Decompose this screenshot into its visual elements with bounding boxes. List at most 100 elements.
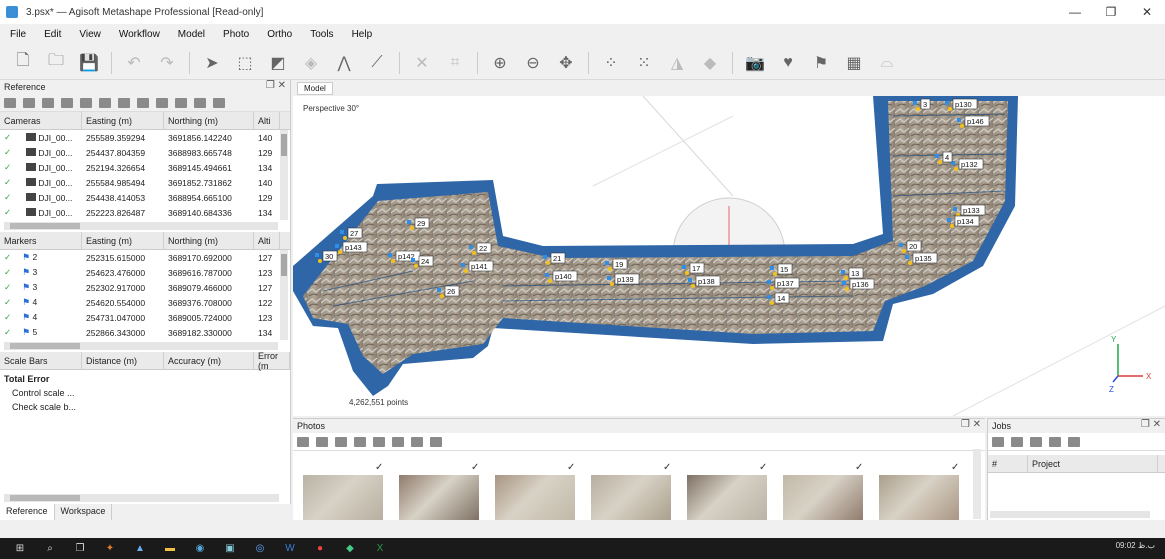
cameras-hscroll[interactable] [4, 222, 278, 230]
photo-thumbnail[interactable] [399, 475, 479, 521]
show-region-icon[interactable]: ⌓ [876, 52, 898, 74]
camera-row[interactable]: ✓ DJI_00... 255589.359294 3691856.142240 14… [0, 130, 290, 145]
col-marker-easting[interactable]: Easting (m) [82, 231, 164, 250]
new-document-icon[interactable]: 🗋 [12, 52, 34, 74]
camera-row[interactable]: ✓ DJI_00... 254438.414053 3688954.665100 12… [0, 190, 290, 205]
app-icon-2[interactable]: ▲ [130, 542, 150, 556]
marker-row[interactable]: ✓ ⚑ 4 254731.047000 3689005.724000 123 [0, 310, 290, 325]
mesh-model-icon[interactable]: ◮ [666, 52, 688, 74]
checkmark-icon[interactable]: ✓ [0, 207, 18, 218]
export-icon[interactable] [23, 97, 35, 108]
photos-float-close-icon[interactable]: ❐ ✕ [961, 419, 981, 430]
point-cloud-icon[interactable]: ⁘ [600, 52, 622, 74]
col-error[interactable]: Error (m [254, 351, 290, 371]
col-marker-altitude[interactable]: Alti [254, 231, 280, 250]
app-icon-1[interactable]: ✦ [100, 542, 120, 556]
cameras-vscroll[interactable] [280, 130, 288, 220]
photo-delete-icon[interactable] [335, 436, 347, 447]
checkmark-icon[interactable]: ✓ [0, 327, 18, 338]
optimize-icon[interactable] [61, 97, 73, 108]
delete-selection-icon[interactable]: ✕ [411, 52, 433, 74]
col-project[interactable]: Project [1028, 454, 1158, 473]
zoom-out-icon[interactable]: ⊖ [522, 52, 544, 74]
navigation-pointer-icon[interactable]: ➤ [201, 52, 223, 74]
photo-disable-icon[interactable] [392, 436, 404, 447]
menu-edit[interactable]: Edit [44, 29, 61, 40]
resize-region-icon[interactable]: ◩ [267, 52, 289, 74]
marker-row[interactable]: ✓ ⚑ 3 252302.917000 3689079.466000 127 [0, 280, 290, 295]
job-start-icon[interactable] [992, 436, 1004, 447]
camera-row[interactable]: ✓ DJI_00... 255584.985494 3691852.731862 14… [0, 175, 290, 190]
job-stop-icon[interactable] [1011, 436, 1023, 447]
checkmark-icon[interactable]: ✓ [0, 282, 18, 293]
jobs-float-close-icon[interactable]: ❐ ✕ [1141, 419, 1161, 430]
menu-help[interactable]: Help [352, 29, 373, 40]
photo-add-icon[interactable] [297, 436, 309, 447]
menu-view[interactable]: View [79, 29, 101, 40]
markers-hscroll[interactable] [4, 342, 278, 350]
rectangle-selection-icon[interactable]: ⬚ [234, 52, 256, 74]
photo-rotate-icon[interactable] [354, 436, 366, 447]
close-button[interactable]: ✕ [1129, 0, 1165, 24]
control-scale-item[interactable]: Control scale ... [0, 386, 290, 400]
marker-row[interactable]: ✓ ⚑ 2 252315.615000 3689170.692000 127 [0, 250, 290, 265]
excel-icon[interactable]: X [370, 542, 390, 556]
menu-ortho[interactable]: Ortho [267, 29, 292, 40]
photo-thumbnail[interactable] [303, 475, 383, 521]
import-icon[interactable] [4, 97, 16, 108]
photo-filter-icon[interactable] [411, 436, 423, 447]
view-estimated-icon[interactable] [156, 97, 168, 108]
job-clear-icon[interactable] [1030, 436, 1042, 447]
checkmark-icon[interactable]: ✓ [0, 267, 18, 278]
col-northing[interactable]: Northing (m) [164, 111, 254, 130]
col-altitude[interactable]: Alti [254, 111, 280, 130]
checkmark-icon[interactable]: ✓ [0, 297, 18, 308]
metashape-taskbar-icon[interactable]: ▣ [220, 542, 240, 556]
chrome-icon[interactable]: ● [310, 542, 330, 556]
jobs-hscroll[interactable] [990, 511, 1150, 518]
menu-tools[interactable]: Tools [310, 29, 333, 40]
view-variance-icon[interactable] [194, 97, 206, 108]
open-folder-icon[interactable]: 🗀 [45, 52, 67, 74]
crop-selection-icon[interactable]: ⌗ [444, 52, 466, 74]
checkmark-icon[interactable]: ✓ [0, 162, 18, 173]
col-scalebars[interactable]: Scale Bars [0, 351, 82, 370]
search-icon[interactable]: ⌕ [40, 542, 60, 556]
task-view-icon[interactable]: ❐ [70, 542, 90, 556]
camera-row[interactable]: ✓ DJI_00... 252223.826487 3689140.684336 13… [0, 205, 290, 220]
file-explorer-icon[interactable]: ▬ [160, 542, 180, 556]
col-job-number[interactable]: # [988, 454, 1028, 473]
star-icon[interactable] [99, 97, 111, 108]
save-icon[interactable]: 💾 [78, 52, 100, 74]
camera-row[interactable]: ✓ DJI_00... 252194.326654 3689145.494661 13… [0, 160, 290, 175]
show-shapes-icon[interactable]: ♥ [777, 52, 799, 74]
job-down-icon[interactable] [1068, 436, 1080, 447]
photo-thumbnail[interactable] [495, 475, 575, 521]
convert-icon[interactable] [42, 97, 54, 108]
show-markers-icon[interactable]: ⚑ [810, 52, 832, 74]
menu-model[interactable]: Model [178, 29, 205, 40]
col-easting[interactable]: Easting (m) [82, 111, 164, 130]
tiled-model-icon[interactable]: ◆ [699, 52, 721, 74]
app-icon-4[interactable]: ◎ [250, 542, 270, 556]
windows-start-icon[interactable]: ⊞ [10, 542, 30, 556]
photo-enable-icon[interactable] [373, 436, 385, 447]
col-cameras[interactable]: Cameras [0, 111, 82, 130]
panel-float-close-icon[interactable]: ❐ ✕ [266, 80, 286, 91]
menu-workflow[interactable]: Workflow [119, 29, 160, 40]
camera-row[interactable]: ✓ DJI_00... 254437.804359 3688983.665748 12… [0, 145, 290, 160]
photo-thumbnail[interactable] [687, 475, 767, 521]
checkmark-icon[interactable]: ✓ [0, 252, 18, 263]
photo-thumbnail[interactable] [879, 475, 959, 521]
marker-row[interactable]: ✓ ⚑ 3 254623.476000 3689616.787000 123 [0, 265, 290, 280]
job-up-icon[interactable] [1049, 436, 1061, 447]
photo-view-icon[interactable] [430, 436, 442, 447]
menu-file[interactable]: File [10, 29, 26, 40]
reset-view-icon[interactable]: ✥ [555, 52, 577, 74]
draw-polyline-icon[interactable]: ⋀ [333, 52, 355, 74]
model-canvas[interactable]: Y X Z 2729p143p1422422p141p1402119p13917… [293, 96, 1165, 416]
maximize-button[interactable]: ❐ [1093, 0, 1129, 24]
redo-icon[interactable]: ↷ [156, 52, 178, 74]
photos-vscroll[interactable] [973, 449, 981, 519]
show-cameras-icon[interactable]: 📷 [744, 52, 766, 74]
